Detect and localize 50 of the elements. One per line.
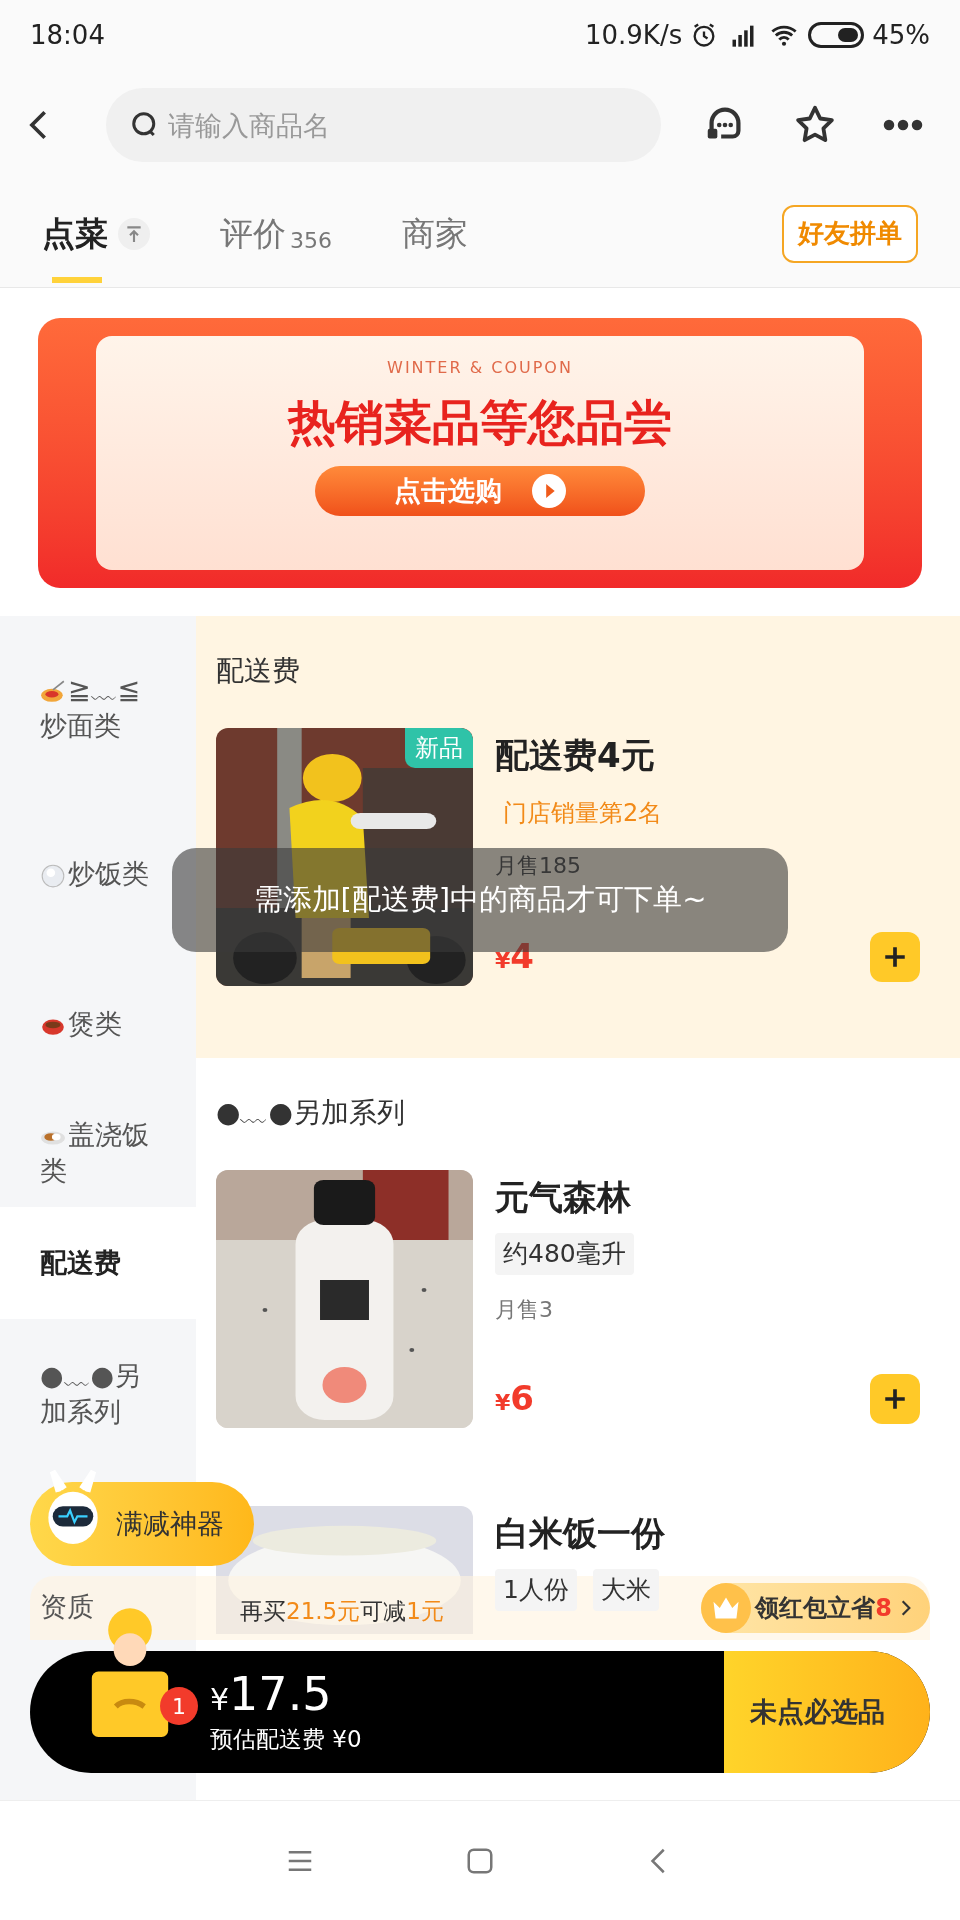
plus-icon — [882, 944, 908, 970]
battery-percent: 45% — [872, 18, 930, 52]
add-button[interactable] — [870, 932, 920, 982]
cart-total: ¥17.5 — [210, 1667, 333, 1722]
promo-banner[interactable]: WINTER & COUPON 热销菜品等您品尝 点击选购 — [38, 318, 922, 588]
category-item[interactable]: 炒饭类 — [40, 856, 149, 892]
crown-icon — [701, 1583, 752, 1633]
price: ¥6 — [495, 1377, 534, 1420]
delivery-fee: 预估配送费 ¥0 — [210, 1724, 362, 1754]
spec-tag: 大米 — [592, 1569, 659, 1611]
noodle-plate-icon — [40, 678, 66, 704]
search-field[interactable]: 请输入商品名 — [106, 88, 661, 162]
banner-title: 热销菜品等您品尝 — [288, 393, 672, 452]
spec-tag: 1人份 — [495, 1569, 577, 1611]
network-speed: 10.9K/s — [584, 18, 683, 52]
tab[interactable]: 商家 — [402, 180, 468, 287]
status-time: 18:04 — [30, 18, 105, 52]
discount-hint: 可减 — [360, 1597, 407, 1626]
more-icon[interactable] — [882, 118, 924, 132]
discount-hint: 1元 — [406, 1597, 444, 1626]
category-item[interactable]: 资质 — [40, 1589, 94, 1625]
monthly-sales: 月售185 — [495, 852, 582, 880]
checkout-button[interactable]: 未点必选品 — [724, 1651, 930, 1773]
category-item[interactable]: 配送费 — [40, 1245, 121, 1281]
tab[interactable]: 评价 356 — [220, 180, 332, 287]
category-item[interactable]: ●﹏●另加系列 — [40, 1358, 156, 1430]
coupon-button[interactable]: 领红包立省8 — [701, 1583, 930, 1633]
product-name: 白米饭一份 — [495, 1512, 666, 1555]
spec-tag: 约480毫升 — [495, 1233, 634, 1275]
banner-subtitle: WINTER & COUPON — [387, 357, 573, 379]
discount-hint: 再买 — [240, 1597, 286, 1626]
section-title: ●﹏●另加系列 — [216, 1096, 405, 1129]
discount-hint: 21.5元 — [286, 1597, 361, 1626]
play-icon — [532, 474, 566, 508]
rice-bowl-icon — [40, 862, 66, 889]
category-item[interactable]: 盖浇饭类 — [40, 1117, 156, 1189]
category-item[interactable]: 煲类 — [40, 1006, 122, 1042]
add-button[interactable] — [870, 1374, 920, 1424]
new-badge: 新品 — [405, 728, 473, 768]
product-name: 元气森林 — [495, 1176, 632, 1219]
section-title: 配送费 — [216, 654, 300, 687]
plus-icon — [882, 1386, 908, 1412]
product-name: 配送费4元 — [495, 734, 656, 777]
sales-rank: 门店销量第2名 — [503, 798, 664, 829]
category-item[interactable]: ≧﹏≦炒面类 — [40, 671, 156, 744]
battery-icon — [808, 22, 865, 48]
tab[interactable]: 点菜 — [42, 180, 150, 287]
monthly-sales: 月售3 — [495, 1295, 554, 1324]
pin-top-icon[interactable] — [118, 217, 150, 250]
cart-count-badge: 1 — [160, 1687, 198, 1725]
